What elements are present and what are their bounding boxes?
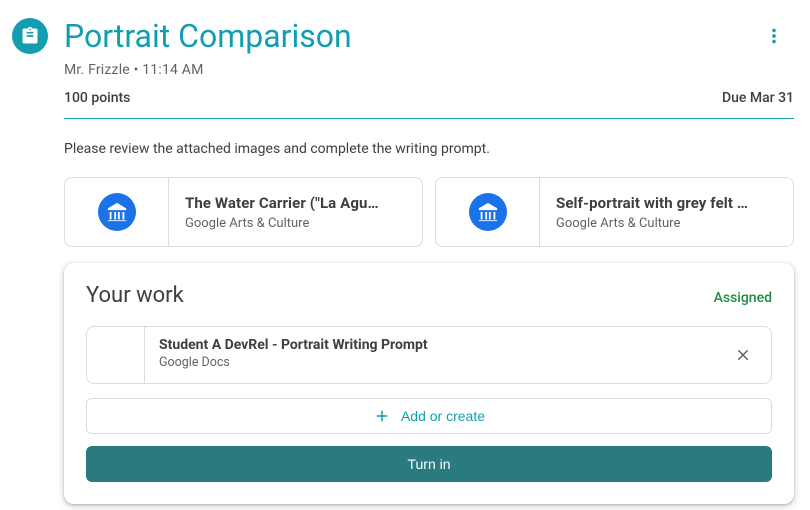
attachment-thumbnail (436, 178, 540, 246)
attachment-title: Self-portrait with grey felt … (556, 194, 748, 212)
museum-icon (469, 193, 507, 231)
more-vert-icon (763, 25, 785, 47)
close-icon (734, 346, 752, 364)
your-work-card: Your work Assigned Student A DevRel - Po… (64, 263, 794, 504)
points-label: 100 points (64, 90, 130, 106)
work-status-badge: Assigned (714, 290, 772, 306)
assignment-title: Portrait Comparison (64, 16, 754, 56)
attachment-source: Google Arts & Culture (185, 216, 379, 231)
work-file-card[interactable]: Student A DevRel - Portrait Writing Prom… (86, 326, 772, 384)
add-or-create-label: Add or create (401, 408, 485, 424)
assignment-author: Mr. Frizzle (64, 62, 130, 78)
your-work-header: Your work (86, 283, 184, 308)
plus-icon (373, 407, 391, 425)
assignment-time: 11:14 AM (142, 62, 203, 78)
turn-in-button[interactable]: Turn in (86, 446, 772, 482)
remove-file-button[interactable] (715, 327, 771, 383)
header-divider (64, 118, 794, 119)
work-file-title: Student A DevRel - Portrait Writing Prom… (159, 337, 701, 353)
due-label: Due Mar 31 (722, 90, 794, 106)
attachment-title: The Water Carrier ("La Agu… (185, 194, 379, 212)
attachment-thumbnail (65, 178, 169, 246)
attachment-card[interactable]: Self-portrait with grey felt … Google Ar… (435, 177, 794, 247)
add-or-create-button[interactable]: Add or create (86, 398, 772, 434)
museum-icon (98, 193, 136, 231)
attachment-card[interactable]: The Water Carrier ("La Agu… Google Arts … (64, 177, 423, 247)
assignment-icon (12, 18, 48, 54)
assignment-byline: Mr. Frizzle • 11:14 AM (64, 62, 794, 78)
attachment-source: Google Arts & Culture (556, 216, 748, 231)
work-file-source: Google Docs (159, 355, 701, 370)
more-options-button[interactable] (754, 16, 794, 56)
instructions-text: Please review the attached images and co… (64, 141, 794, 157)
work-file-thumbnail (87, 327, 145, 383)
